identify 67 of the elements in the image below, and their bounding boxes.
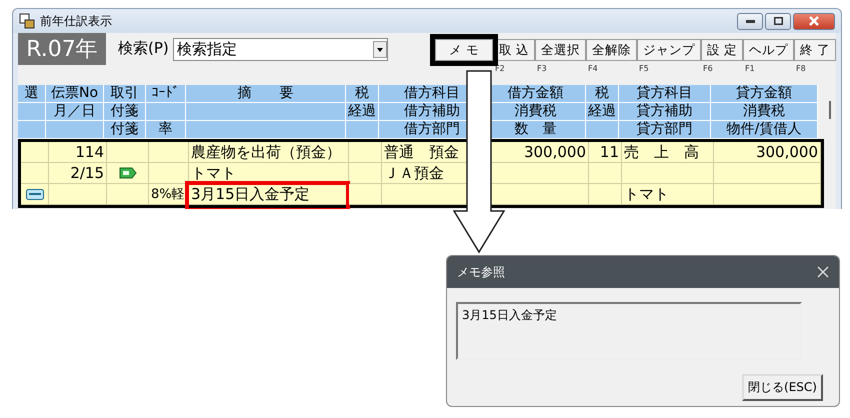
close-icon[interactable] — [817, 266, 829, 278]
dropdown-value: 検索指定 — [176, 40, 237, 59]
column-header: 貸方部門 — [619, 121, 711, 139]
column-header: 取引 — [104, 85, 146, 103]
toolbar-button[interactable]: 設 定 — [701, 39, 744, 61]
table-cell — [21, 142, 49, 163]
memo-card-icon — [26, 188, 44, 200]
table-cell — [589, 184, 622, 205]
minimize-button[interactable] — [737, 12, 763, 30]
column-header: 貸方科目 — [619, 85, 711, 103]
maximize-icon — [774, 17, 782, 25]
column-header: 税 — [346, 85, 379, 103]
table-cell — [349, 184, 382, 205]
dropdown-caret-icon — [372, 41, 387, 58]
table-cell: 農産物を出荷（預金） — [189, 142, 349, 163]
column-header: 経過 — [346, 103, 379, 121]
search-label: 検索(P) — [118, 39, 169, 58]
scrollbar-thumb[interactable] — [829, 101, 831, 119]
column-header: 貸方金額 — [711, 85, 818, 103]
table-cell: トマト — [622, 184, 714, 205]
table-cell: 300,000 — [714, 142, 821, 163]
table-cell: 114 — [49, 142, 107, 163]
shortcut-key-label: F3 — [537, 64, 547, 73]
column-header: 経過 — [586, 103, 619, 121]
memo-text-area[interactable]: 3月15日入金予定 — [456, 302, 802, 360]
toolbar-button[interactable]: 全選択 — [535, 39, 586, 61]
toolbar-button[interactable]: 全解除 — [586, 39, 638, 61]
column-header: 付箋 — [104, 121, 146, 139]
toolbar-button[interactable]: ジャンプ — [637, 39, 702, 61]
column-header: 摘 要 — [186, 85, 346, 103]
column-header: 率 — [146, 121, 186, 139]
table-cell — [349, 163, 382, 184]
minimize-icon — [746, 20, 754, 22]
column-header: 伝票No — [46, 85, 104, 103]
table-cell — [149, 142, 189, 163]
column-header — [586, 121, 619, 139]
window-title: 前年仕訳表示 — [40, 12, 112, 30]
table-cell: 11 — [589, 142, 622, 163]
column-header: 消費税 — [711, 103, 818, 121]
column-header: 選 — [18, 85, 46, 103]
column-header: 貸方補助 — [619, 103, 711, 121]
column-header: 税 — [586, 85, 619, 103]
close-dialog-button[interactable]: 閉じる(ESC) — [742, 374, 823, 401]
column-header: 物件/賃借人 — [711, 121, 818, 139]
table-cell: 売 上 高 — [622, 142, 714, 163]
toolbar-button[interactable]: ヘルプ — [743, 39, 794, 61]
memo-tag-icon — [118, 167, 136, 179]
shortcut-key-label: F6 — [703, 64, 713, 73]
shortcut-key-label: F5 — [639, 64, 649, 73]
toolbar-button[interactable]: 終 了 — [794, 39, 836, 61]
shortcut-key-label: F8 — [796, 64, 806, 73]
shortcut-key-label: F1 — [745, 64, 755, 73]
table-cell — [349, 142, 382, 163]
year-label: R.07年 — [18, 33, 106, 65]
column-header: ｺｰﾄﾞ — [146, 85, 186, 103]
table-cell: 2/15 — [49, 163, 107, 184]
column-header: 付箋 — [104, 103, 146, 121]
close-button[interactable] — [793, 12, 835, 30]
column-header: 月／日 — [46, 103, 104, 121]
shortcut-key-label: F4 — [588, 64, 598, 73]
table-cell — [589, 163, 622, 184]
dialog-title: メモ参照 — [457, 264, 505, 280]
search-dropdown[interactable]: 検索指定 — [172, 38, 388, 61]
window-app-icon — [19, 13, 35, 29]
maximize-button[interactable] — [765, 12, 791, 30]
close-icon — [809, 16, 819, 26]
table-cell: 300,000 — [489, 142, 589, 163]
